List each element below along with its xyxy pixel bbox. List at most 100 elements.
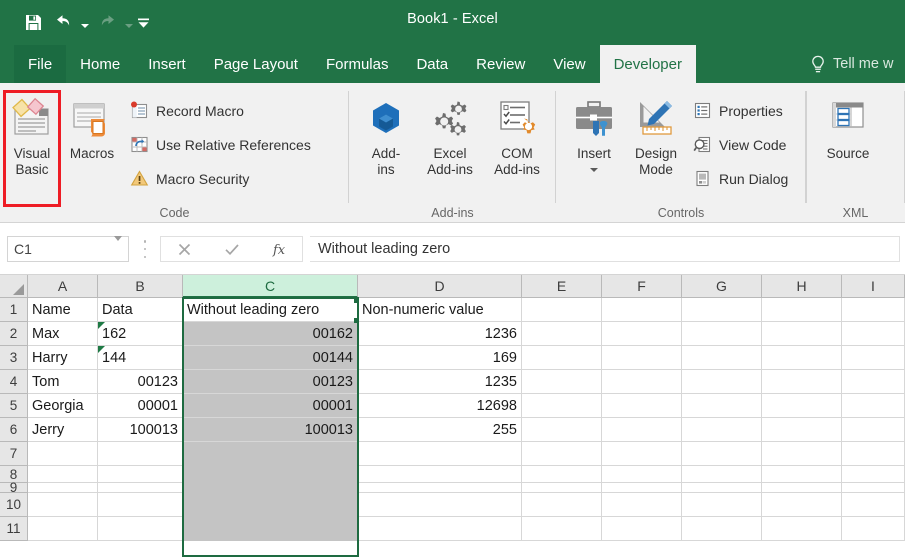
- cell-i7[interactable]: [842, 442, 905, 466]
- use-relative-references-button[interactable]: Use Relative References: [130, 135, 311, 154]
- cell-d5[interactable]: 12698: [358, 394, 522, 418]
- column-header-i[interactable]: I: [842, 275, 905, 298]
- run-dialog-button[interactable]: Run Dialog: [693, 169, 788, 188]
- cell-a9[interactable]: [28, 483, 98, 493]
- cell-e4[interactable]: [522, 370, 602, 394]
- cell-i10[interactable]: [842, 493, 905, 517]
- cell-i1[interactable]: [842, 298, 905, 322]
- column-header-h[interactable]: H: [762, 275, 842, 298]
- cell-e9[interactable]: [522, 483, 602, 493]
- cell-g5[interactable]: [682, 394, 762, 418]
- cell-h4[interactable]: [762, 370, 842, 394]
- cell-e11[interactable]: [522, 517, 602, 541]
- cell-c6[interactable]: 100013: [183, 418, 358, 442]
- cell-f5[interactable]: [602, 394, 682, 418]
- cell-d9[interactable]: [358, 483, 522, 493]
- cell-g2[interactable]: [682, 322, 762, 346]
- cell-h11[interactable]: [762, 517, 842, 541]
- row-header-5[interactable]: 5: [0, 394, 28, 418]
- cell-b4[interactable]: 00123: [98, 370, 183, 394]
- enter-formula-icon[interactable]: [208, 237, 255, 261]
- row-header-1[interactable]: 1: [0, 298, 28, 322]
- cell-a6[interactable]: Jerry: [28, 418, 98, 442]
- cell-b11[interactable]: [98, 517, 183, 541]
- cell-i6[interactable]: [842, 418, 905, 442]
- cell-c3[interactable]: 00144: [183, 346, 358, 370]
- cell-g1[interactable]: [682, 298, 762, 322]
- cell-d6[interactable]: 255: [358, 418, 522, 442]
- row-header-9[interactable]: 9: [0, 480, 28, 495]
- cell-d4[interactable]: 1235: [358, 370, 522, 394]
- column-header-a[interactable]: A: [28, 275, 98, 298]
- cell-b1[interactable]: Data: [98, 298, 183, 322]
- cell-i11[interactable]: [842, 517, 905, 541]
- cell-e6[interactable]: [522, 418, 602, 442]
- cell-h10[interactable]: [762, 493, 842, 517]
- cell-f3[interactable]: [602, 346, 682, 370]
- cell-b7[interactable]: [98, 442, 183, 466]
- cell-a2[interactable]: Max: [28, 322, 98, 346]
- column-header-g[interactable]: G: [682, 275, 762, 298]
- cell-c4[interactable]: 00123: [183, 370, 358, 394]
- formula-bar-grip[interactable]: [143, 240, 147, 258]
- cell-d10[interactable]: [358, 493, 522, 517]
- column-header-e[interactable]: E: [522, 275, 602, 298]
- row-header-2[interactable]: 2: [0, 322, 28, 346]
- cell-f6[interactable]: [602, 418, 682, 442]
- column-header-c[interactable]: C: [183, 275, 358, 298]
- tell-me-search[interactable]: Tell me w: [810, 45, 893, 83]
- macros-button[interactable]: Macros: [62, 97, 122, 162]
- cell-f4[interactable]: [602, 370, 682, 394]
- macro-security-button[interactable]: Macro Security: [130, 169, 249, 188]
- view-code-button[interactable]: View Code: [693, 135, 786, 154]
- cell-b9[interactable]: [98, 483, 183, 493]
- cell-a1[interactable]: Name: [28, 298, 98, 322]
- row-header-7[interactable]: 7: [0, 442, 28, 466]
- cell-h3[interactable]: [762, 346, 842, 370]
- cell-a4[interactable]: Tom: [28, 370, 98, 394]
- cell-d3[interactable]: 169: [358, 346, 522, 370]
- cell-i4[interactable]: [842, 370, 905, 394]
- tab-data[interactable]: Data: [402, 45, 462, 83]
- cell-b6[interactable]: 100013: [98, 418, 183, 442]
- cell-e8[interactable]: [522, 466, 602, 483]
- column-header-b[interactable]: B: [98, 275, 183, 298]
- cell-g4[interactable]: [682, 370, 762, 394]
- cell-e5[interactable]: [522, 394, 602, 418]
- cell-i8[interactable]: [842, 466, 905, 483]
- cell-f2[interactable]: [602, 322, 682, 346]
- cell-h5[interactable]: [762, 394, 842, 418]
- cell-c5[interactable]: 00001: [183, 394, 358, 418]
- tab-home[interactable]: Home: [66, 45, 134, 83]
- tab-insert[interactable]: Insert: [134, 45, 200, 83]
- cell-d7[interactable]: [358, 442, 522, 466]
- cell-b10[interactable]: [98, 493, 183, 517]
- cell-f9[interactable]: [602, 483, 682, 493]
- cell-i2[interactable]: [842, 322, 905, 346]
- cell-d1[interactable]: Non-numeric value: [358, 298, 522, 322]
- cell-g10[interactable]: [682, 493, 762, 517]
- add-ins-button[interactable]: Add- ins: [358, 97, 414, 178]
- select-all-corner[interactable]: [0, 275, 28, 298]
- cell-b5[interactable]: 00001: [98, 394, 183, 418]
- cell-e10[interactable]: [522, 493, 602, 517]
- cell-e7[interactable]: [522, 442, 602, 466]
- tab-file[interactable]: File: [14, 45, 67, 83]
- cell-a7[interactable]: [28, 442, 98, 466]
- cell-e2[interactable]: [522, 322, 602, 346]
- properties-button[interactable]: Properties: [693, 101, 783, 120]
- excel-add-ins-button[interactable]: Excel Add-ins: [415, 97, 485, 178]
- cell-h1[interactable]: [762, 298, 842, 322]
- cell-h7[interactable]: [762, 442, 842, 466]
- cancel-formula-icon[interactable]: [161, 237, 208, 261]
- tab-view[interactable]: View: [539, 45, 599, 83]
- row-header-10[interactable]: 10: [0, 493, 28, 517]
- cell-a10[interactable]: [28, 493, 98, 517]
- cell-h9[interactable]: [762, 483, 842, 493]
- cell-a3[interactable]: Harry: [28, 346, 98, 370]
- cell-i3[interactable]: [842, 346, 905, 370]
- tab-page-layout[interactable]: Page Layout: [200, 45, 312, 83]
- cell-f7[interactable]: [602, 442, 682, 466]
- name-box-dropdown-icon[interactable]: [114, 236, 122, 257]
- record-macro-button[interactable]: Record Macro: [130, 101, 244, 120]
